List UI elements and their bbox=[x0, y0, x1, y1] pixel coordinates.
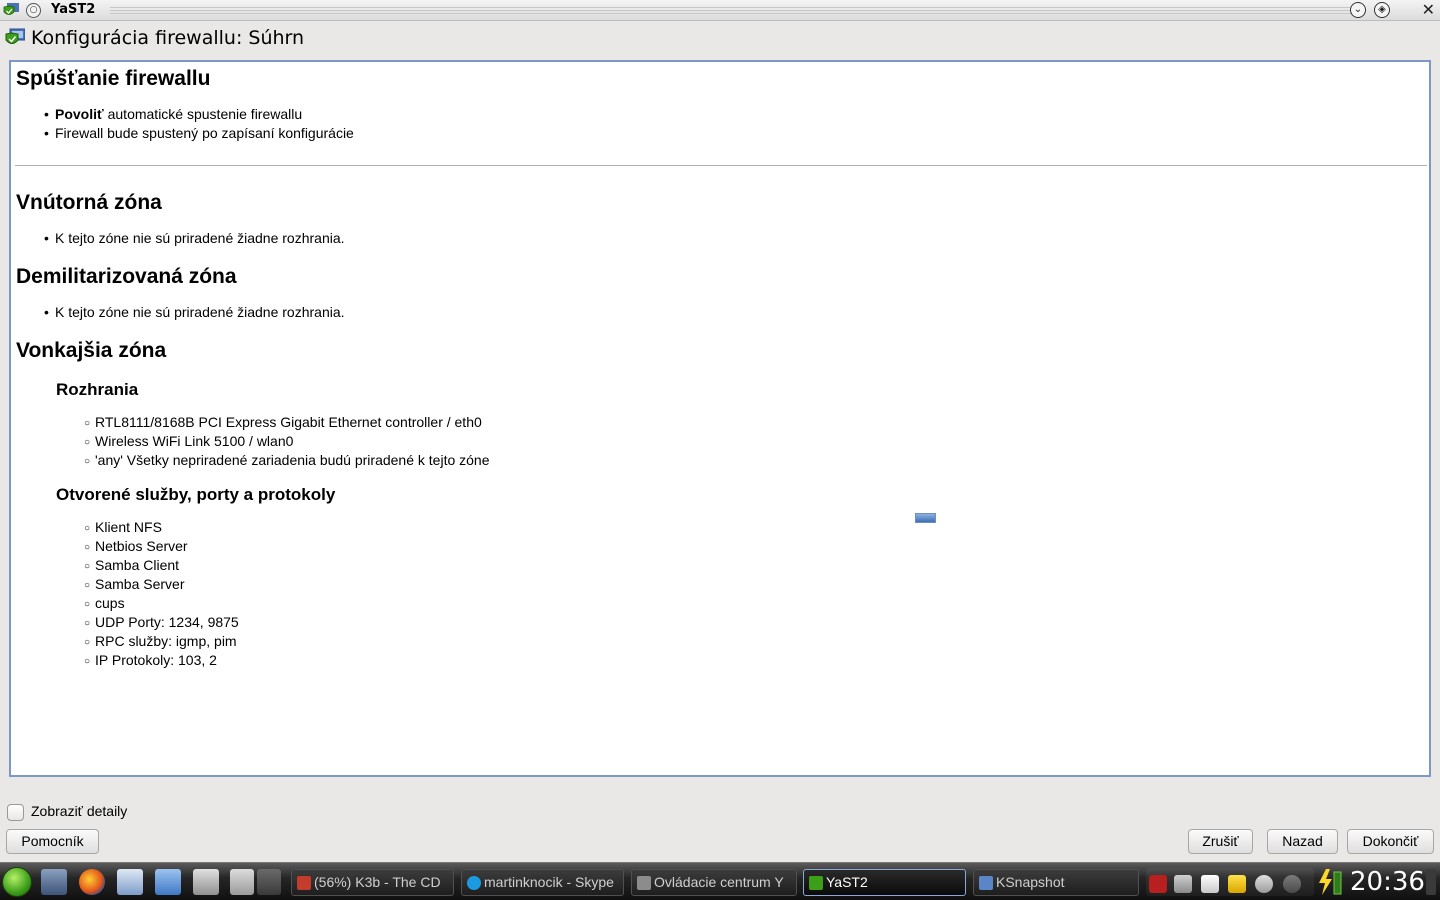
list-item-text: Firewall bude spustený po zapísaní konfi… bbox=[55, 125, 354, 141]
keyboard-layout-icon[interactable] bbox=[1149, 875, 1167, 893]
window-menu-button[interactable]: ○ bbox=[26, 3, 41, 18]
task-ksnapshot[interactable]: KSnapshot bbox=[973, 869, 1139, 896]
list-item: cups bbox=[84, 594, 239, 613]
cancel-button[interactable]: Zrušiť bbox=[1188, 829, 1253, 854]
section-heading-external: Vonkajšia zóna bbox=[16, 339, 167, 362]
task-label: Ovládacie centrum Y bbox=[654, 874, 784, 890]
show-details-label[interactable]: Zobraziť detaily bbox=[31, 803, 127, 819]
skype-icon bbox=[467, 876, 481, 890]
dialog-header: Konfigurácia firewallu: Súhrn bbox=[0, 22, 1440, 58]
help-button[interactable]: Pomocník bbox=[6, 829, 99, 854]
startup-list: Povoliť automatické spustenie firewallu … bbox=[44, 105, 354, 143]
window-titlebar[interactable]: ○ YaST2 ⌄ ◈ ✕ bbox=[0, 0, 1440, 21]
close-icon[interactable]: ✕ bbox=[1422, 1, 1435, 19]
services-list: Klient NFS Netbios Server Samba Client S… bbox=[84, 518, 239, 670]
ksnapshot-icon bbox=[979, 876, 993, 890]
interfaces-list: RTL8111/8168B PCI Express Gigabit Ethern… bbox=[84, 413, 490, 470]
list-item-bold: Povoliť bbox=[55, 106, 104, 122]
list-item-text: automatické spustenie firewallu bbox=[103, 106, 303, 122]
info-icon[interactable] bbox=[1283, 875, 1301, 893]
list-item: Samba Client bbox=[84, 556, 239, 575]
updater-icon[interactable] bbox=[1255, 875, 1273, 893]
task-k3b[interactable]: (56%) K3b - The CD bbox=[291, 869, 454, 896]
desktop-2-icon[interactable] bbox=[257, 869, 281, 895]
k3b-icon bbox=[297, 876, 311, 890]
system-settings-icon[interactable] bbox=[193, 869, 219, 895]
system-tray bbox=[1146, 868, 1314, 896]
list-item: UDP Porty: 1234, 9875 bbox=[84, 613, 239, 632]
taskbar: (56%) K3b - The CD martinknocik - Skype … bbox=[0, 862, 1440, 900]
back-button[interactable]: Nazad bbox=[1267, 829, 1338, 854]
show-details-checkbox[interactable] bbox=[7, 804, 24, 821]
dmz-list: K tejto zóne nie sú priradené žiadne roz… bbox=[44, 303, 345, 322]
task-label: martinknocik - Skype bbox=[484, 874, 614, 890]
clipboard-icon[interactable] bbox=[1201, 875, 1219, 893]
subheading-interfaces: Rozhrania bbox=[56, 380, 139, 399]
list-item: RTL8111/8168B PCI Express Gigabit Ethern… bbox=[84, 413, 490, 432]
list-item: Netbios Server bbox=[84, 537, 239, 556]
warning-icon[interactable] bbox=[1228, 875, 1246, 893]
start-menu-icon[interactable] bbox=[2, 867, 32, 897]
list-item: K tejto zóne nie sú priradené žiadne roz… bbox=[44, 229, 345, 248]
section-heading-startup: Spúšťanie firewallu bbox=[16, 67, 211, 90]
task-skype[interactable]: martinknocik - Skype bbox=[461, 869, 624, 896]
dialog-title: Konfigurácia firewallu: Súhrn bbox=[31, 27, 305, 49]
minimize-icon[interactable]: ⌄ bbox=[1350, 2, 1366, 18]
control-center-icon bbox=[637, 876, 651, 890]
drag-artifact-icon bbox=[915, 513, 936, 523]
list-item: Firewall bude spustený po zapísaní konfi… bbox=[44, 124, 354, 143]
home-folder-icon[interactable] bbox=[155, 869, 181, 895]
titlebar-decoration bbox=[110, 7, 1360, 15]
list-item: IP Protokoly: 103, 2 bbox=[84, 651, 239, 670]
window-title: YaST2 bbox=[51, 2, 96, 17]
list-item: Wireless WiFi Link 5100 / wlan0 bbox=[84, 432, 490, 451]
panel-toolbox-icon[interactable] bbox=[1426, 869, 1436, 895]
subheading-services: Otvorené služby, porty a protokoly bbox=[56, 485, 336, 504]
list-item: K tejto zóne nie sú priradené žiadne roz… bbox=[44, 303, 345, 322]
section-heading-internal: Vnútorná zóna bbox=[16, 191, 162, 214]
yast-icon bbox=[809, 876, 823, 890]
list-item: RPC služby: igmp, pim bbox=[84, 632, 239, 651]
battery-power-icon[interactable] bbox=[1316, 868, 1344, 896]
firewall-icon bbox=[5, 28, 25, 44]
clock[interactable]: 20:36 bbox=[1350, 867, 1425, 897]
task-label: (56%) K3b - The CD bbox=[314, 874, 441, 890]
list-item: Klient NFS bbox=[84, 518, 239, 537]
yast-shield-icon bbox=[3, 3, 19, 15]
desktop-1-icon[interactable] bbox=[230, 869, 254, 895]
section-heading-dmz: Demilitarizovaná zóna bbox=[16, 265, 237, 288]
list-item: 'any' Všetky nepriradené zariadenia budú… bbox=[84, 451, 490, 470]
task-control-center[interactable]: Ovládacie centrum Y bbox=[631, 869, 797, 896]
task-label: KSnapshot bbox=[996, 874, 1065, 890]
maximize-icon[interactable]: ◈ bbox=[1374, 2, 1390, 18]
list-item: Povoliť automatické spustenie firewallu bbox=[44, 105, 354, 124]
internal-list: K tejto zóne nie sú priradené žiadne roz… bbox=[44, 229, 345, 248]
firefox-icon[interactable] bbox=[79, 869, 105, 895]
file-manager-icon[interactable] bbox=[41, 869, 67, 895]
task-label: YaST2 bbox=[826, 874, 868, 890]
notes-icon[interactable] bbox=[117, 869, 143, 895]
summary-panel[interactable]: Spúšťanie firewallu Povoliť automatické … bbox=[9, 60, 1431, 777]
volume-icon[interactable] bbox=[1174, 875, 1192, 893]
list-item: Samba Server bbox=[84, 575, 239, 594]
finish-button[interactable]: Dokončiť bbox=[1347, 829, 1434, 854]
section-divider bbox=[15, 165, 1427, 166]
task-yast2[interactable]: YaST2 bbox=[803, 869, 966, 896]
